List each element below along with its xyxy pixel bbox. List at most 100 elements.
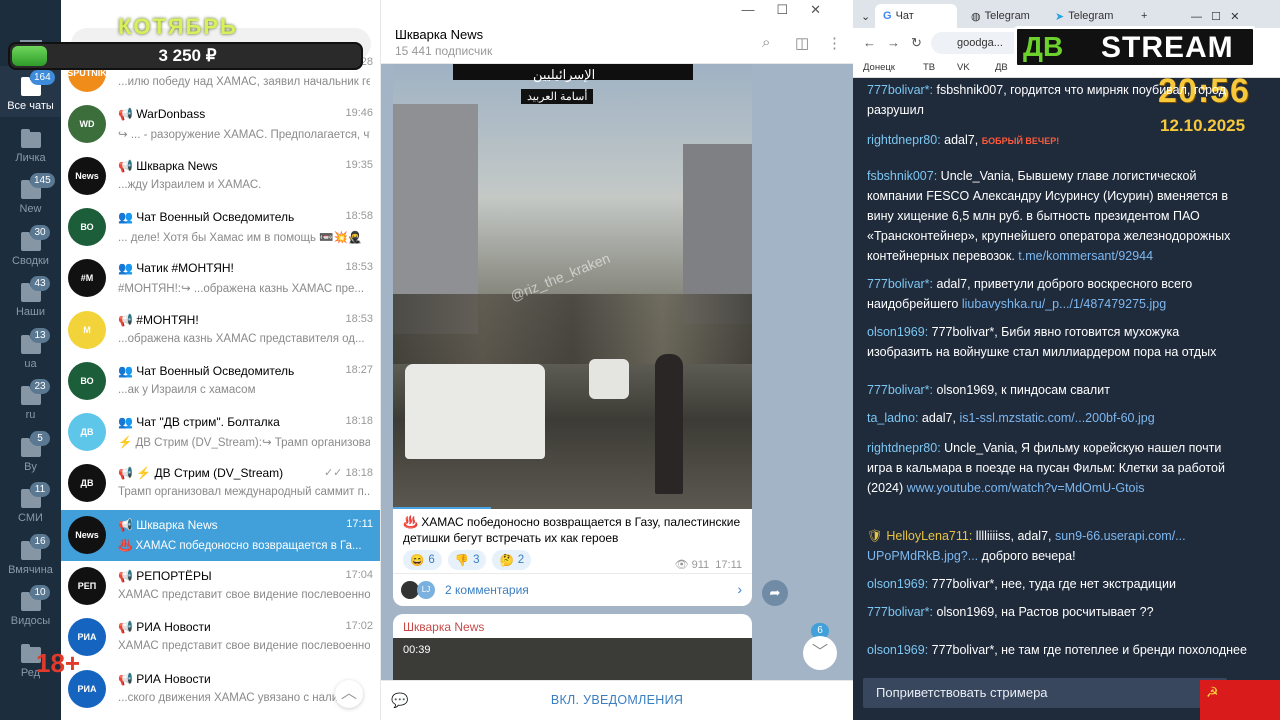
folder-label: By xyxy=(24,460,37,473)
chat-time: 19:35 xyxy=(345,158,373,171)
chat-list-item[interactable]: ДВ 📢 ⚡ ДВ Стрим (DV_Stream) ✓✓ 18:18 Трамп … xyxy=(61,458,380,509)
reaction-emoji: 👎 xyxy=(454,555,470,567)
chat-username[interactable]: HelloyLena711: xyxy=(886,529,972,543)
stream-chat-feed: 777bolivar*: fsbshnik007, гордится что м… xyxy=(863,80,1253,675)
chat-username[interactable]: 777bolivar*: xyxy=(867,605,933,619)
stream-chat-message: olson1969: 777bolivar*, нее, туда где не… xyxy=(867,574,1247,594)
bookmark-item[interactable]: Донецк xyxy=(863,62,895,73)
folder-item[interactable]: Сводки 30 xyxy=(0,221,61,272)
unread-badge: 43 xyxy=(30,276,50,291)
bookmark-item[interactable]: VK xyxy=(957,62,970,73)
chat-username[interactable]: 777bolivar*: xyxy=(867,277,933,291)
view-count: 👁 911 xyxy=(674,559,710,571)
chat-list-item[interactable]: ВО 👥 Чат Военный Осведомитель 18:58 ... дел… xyxy=(61,202,380,253)
window-controls[interactable]: — ☐ ✕ xyxy=(1183,4,1247,28)
window-controls[interactable]: —☐✕ xyxy=(741,2,843,18)
chat-name: 📢 Шкварка News xyxy=(118,517,218,532)
chat-link[interactable]: liubavyshka.ru/_p.../1/487479275.jpg xyxy=(962,297,1166,311)
chevron-right-icon: › xyxy=(737,581,742,597)
folder-item[interactable]: Наши 43 xyxy=(0,272,61,323)
chat-text: lllliiiiss, adal7, xyxy=(972,529,1055,543)
search-icon[interactable]: ⌕ xyxy=(762,34,770,51)
chat-list-item[interactable]: News 📢 Шкварка News 19:35 ...жду Израилем и… xyxy=(61,151,380,202)
chat-username[interactable]: fsbshnik007: xyxy=(867,169,937,183)
chat-preview: ХАМАС представит свое видение послевоенн… xyxy=(118,640,370,653)
tab-telegram[interactable]: ➤ Telegram xyxy=(1047,4,1129,28)
chat-time: 17:11 xyxy=(346,517,373,530)
comments-label: 2 комментария xyxy=(445,583,529,597)
chat-link[interactable]: is1-ssl.mzstatic.com/...200bf-60.jpg xyxy=(959,411,1154,425)
chat-name: 📢 WarDonbass xyxy=(118,107,206,122)
chat-link[interactable]: www.youtube.com/watch?v=MdOmU-Gtois xyxy=(907,481,1145,495)
folder-item[interactable]: СМИ 11 xyxy=(0,478,61,529)
chat-username[interactable]: rightdnepr80: xyxy=(867,441,941,455)
google-icon: G xyxy=(883,10,892,22)
message-bubble: الإسرائيليين أسامة العربيد @riz_the_krak… xyxy=(393,64,752,606)
chat-text: доброго вечера! xyxy=(978,549,1076,563)
bookmark-item[interactable]: ТВ xyxy=(923,62,935,73)
chat-username[interactable]: rightdnepr80: xyxy=(867,133,941,147)
chat-list-item[interactable]: WD 📢 WarDonbass 19:46 ↪ ... - разоружение Х… xyxy=(61,99,380,150)
chat-name: 📢 Шкварка News xyxy=(118,158,218,173)
chat-username[interactable]: olson1969: xyxy=(867,643,928,657)
folder-item[interactable]: Видосы 10 xyxy=(0,581,61,632)
chat-text: 777bolivar*, нее, туда где нет экстрадиц… xyxy=(928,577,1176,591)
bookmark-item[interactable]: ДВ xyxy=(995,62,1008,73)
back-icon[interactable]: ← xyxy=(863,35,876,50)
chat-username[interactable]: 777bolivar*: xyxy=(867,83,933,97)
reaction-chip[interactable]: 👎 3 xyxy=(447,550,487,570)
chat-list-item[interactable]: РЕП 📢 РЕПОРТЁРЫ 17:04 ХАМАС представит свое… xyxy=(61,561,380,612)
forward-icon[interactable]: ➦ xyxy=(762,580,788,606)
greet-streamer-button[interactable]: Поприветствовать стримера xyxy=(863,678,1227,708)
video-caption: الإسرائيليين xyxy=(533,67,596,82)
chat-list-item[interactable]: М 📢 #МОНТЯН! 18:53 ...ображена казнь ХАМАС … xyxy=(61,305,380,356)
chat-list-item[interactable]: #M 👥 Чатик #МОНТЯН! 18:53 #МОНТЯН!:↪ ...обр… xyxy=(61,253,380,304)
more-icon[interactable]: ⋮ xyxy=(827,34,842,52)
unread-badge: 13 xyxy=(30,327,50,343)
reaction-count: 2 xyxy=(517,554,525,566)
reaction-chip[interactable]: 😄 6 xyxy=(403,550,442,570)
folder-item[interactable]: Все чаты 164 xyxy=(0,66,61,117)
chat-list-item[interactable]: ВО 👥 Чат Военный Осведомитель 18:27 ...ак у… xyxy=(61,356,380,407)
chat-username[interactable]: ta_ladno: xyxy=(867,411,918,425)
globe-icon: ◍ xyxy=(971,10,981,23)
sidebar-toggle-icon[interactable]: ◫ xyxy=(795,34,809,52)
avatar: М xyxy=(68,310,106,349)
scroll-down-button[interactable]: ﹀ xyxy=(803,636,837,670)
chat-list-item[interactable]: РИА 📢 РИА Новости 17:02 ХАМАС представит св… xyxy=(61,612,380,663)
tab-label: Telegram xyxy=(984,10,1030,22)
reaction-chip[interactable]: 🤔 2 xyxy=(492,550,532,570)
video-player[interactable]: الإسرائيليين أسامة العربيد @riz_the_krak… xyxy=(393,64,752,509)
tab-label: Чат xyxy=(895,10,914,22)
video-progress[interactable] xyxy=(393,507,491,509)
comments-button[interactable]: LJ 2 комментария › xyxy=(393,573,752,606)
folder-item[interactable]: Вмячина 16 xyxy=(0,530,61,581)
folder-item[interactable]: By 5 xyxy=(0,427,61,478)
tab-chat[interactable]: G Чат xyxy=(875,4,957,28)
chat-title[interactable]: Шкварка News xyxy=(395,27,483,42)
chat-list-item[interactable]: ДВ 👥 Чат "ДВ стрим". Болталка 18:18 ⚡ ДВ Ст… xyxy=(61,407,380,458)
unread-badge: 11 xyxy=(30,482,50,497)
folder-item[interactable]: New 145 xyxy=(0,169,61,220)
folder-item[interactable]: Личка xyxy=(0,118,61,169)
chat-username[interactable]: olson1969: xyxy=(867,325,928,339)
message-area: الإسرائيليين أسامة العربيد @riz_the_krak… xyxy=(381,64,853,680)
tab-telegram[interactable]: ◍ Telegram xyxy=(963,4,1045,28)
chat-username[interactable]: olson1969: xyxy=(867,577,928,591)
folder-item[interactable]: ru 23 xyxy=(0,375,61,426)
avatar: РЕП xyxy=(68,567,106,605)
scroll-top-button[interactable]: ︿ xyxy=(335,680,363,708)
chat-link[interactable]: t.me/kommersant/92944 xyxy=(1018,249,1153,263)
folder-item[interactable]: ua 13 xyxy=(0,324,61,375)
reload-icon[interactable]: ↻ xyxy=(911,35,922,51)
chat-preview: Трамп организовал международный саммит п… xyxy=(118,486,370,499)
forward-icon[interactable]: → xyxy=(887,35,900,50)
chat-list-item[interactable]: News 📢 Шкварка News 17:11 ♨️ ХАМАС победоно… xyxy=(61,509,380,561)
folder-label: Видосы xyxy=(10,615,51,627)
new-tab-button[interactable]: + xyxy=(1133,4,1155,28)
unmute-button[interactable]: ВКЛ. УВЕДОМЛЕНИЯ xyxy=(381,693,853,707)
chat-list-item[interactable]: РИА 📢 РИА Новости ...ского движения ХАМАС … xyxy=(61,664,380,715)
unread-badge: 5 xyxy=(30,430,50,446)
chat-username[interactable]: 777bolivar*: xyxy=(867,383,933,397)
video-player[interactable] xyxy=(393,638,752,680)
